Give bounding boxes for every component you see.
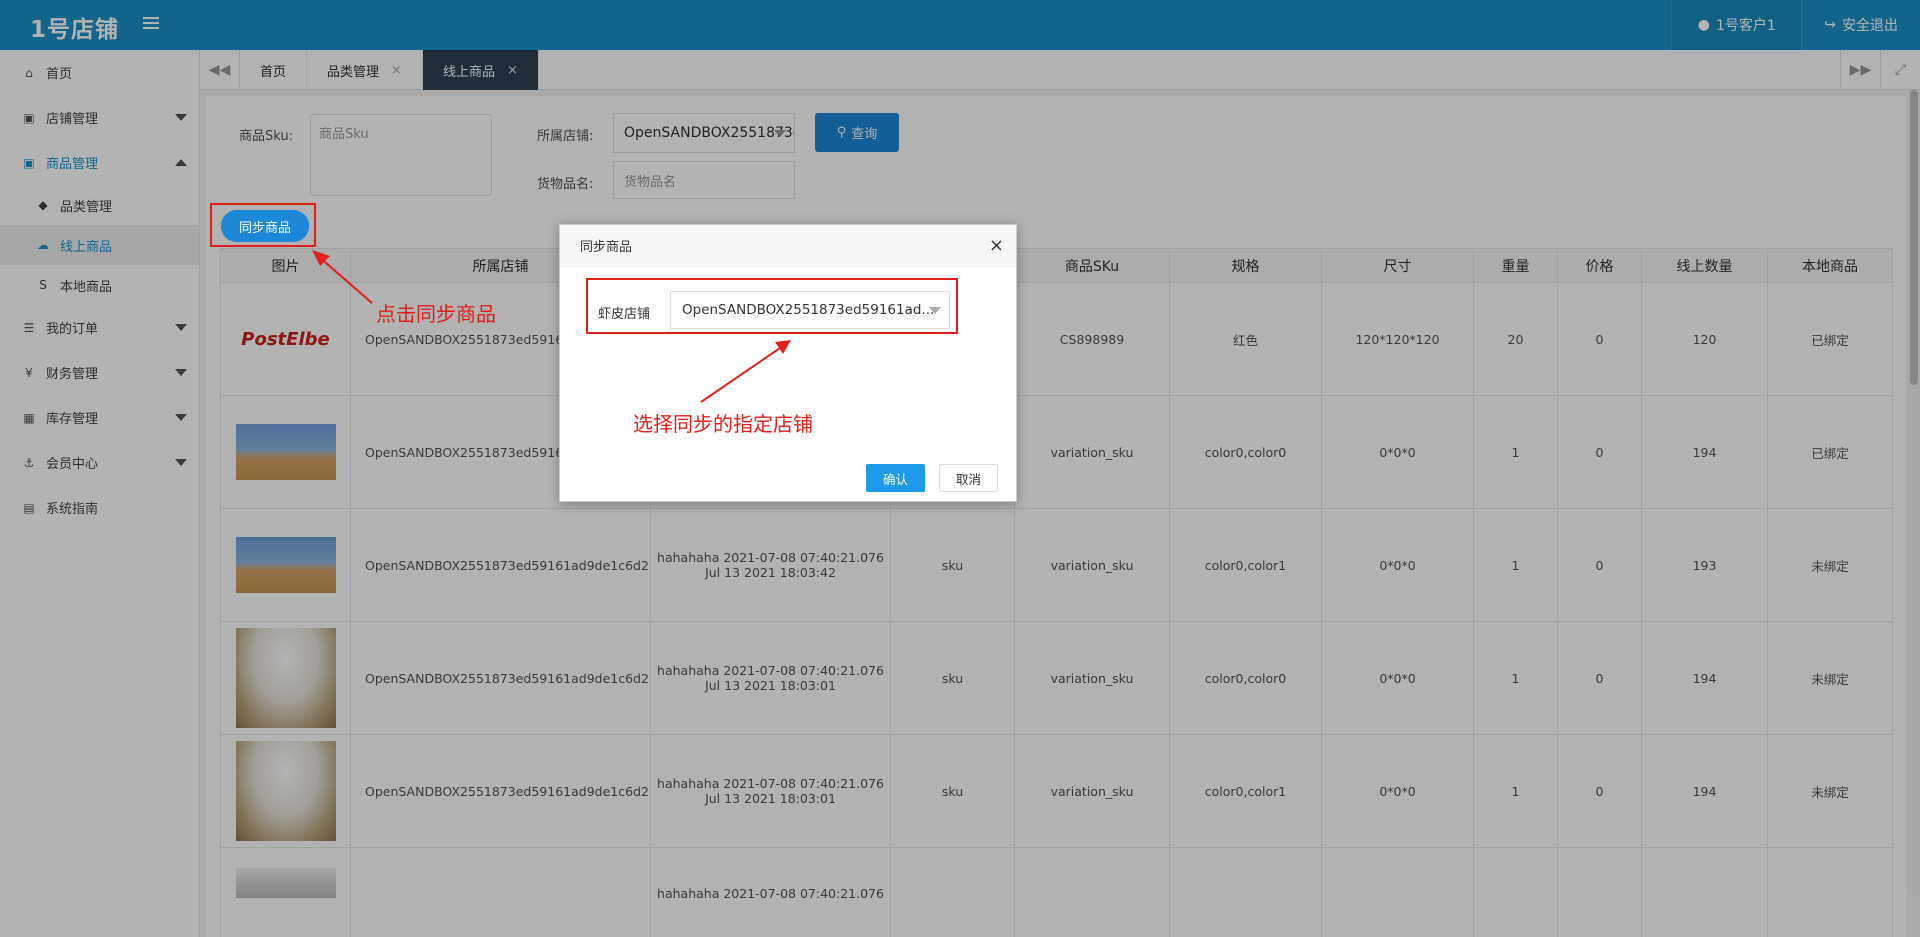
close-icon[interactable]: ×: [989, 237, 1004, 255]
arrow-to-sync-icon: [312, 250, 373, 304]
cancel-button[interactable]: 取消: [939, 464, 998, 492]
confirm-button[interactable]: 确认: [866, 464, 925, 492]
annotation-select-store: 选择同步的指定店铺: [633, 412, 813, 436]
arrow-to-store-select-icon: [700, 340, 791, 403]
store-select-highlight-box: [586, 278, 958, 334]
annotation-click-sync: 点击同步商品: [376, 302, 496, 326]
sync-goods-button-highlighted[interactable]: 同步商品: [221, 210, 309, 242]
dialog-title: 同步商品: [560, 225, 1016, 267]
